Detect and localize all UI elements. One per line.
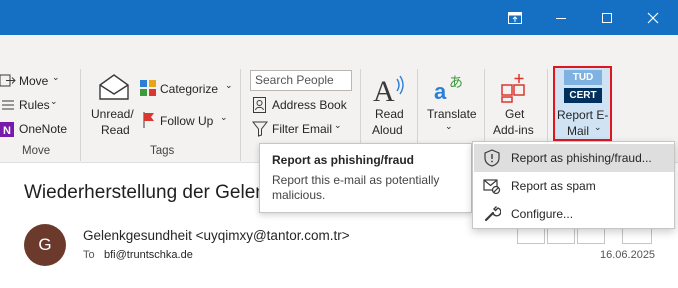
categorize-button[interactable]: Categorize ⌄ (140, 80, 234, 98)
translate-chevron-icon: ⌄ (445, 121, 453, 131)
move-chevron-icon: ⌄ (52, 72, 60, 82)
move-button[interactable]: Move ⌄ (0, 72, 62, 90)
move-group-label: Move (22, 145, 51, 157)
avatar: G (24, 224, 66, 266)
follow-up-chevron-icon: ⌄ (220, 112, 228, 122)
report-email-menu: Report as phishing/fraud... Report as sp… (472, 141, 675, 229)
to-label: To (83, 249, 95, 261)
categorize-label: Categorize (160, 82, 219, 96)
shield-alert-icon (484, 149, 500, 167)
tags-group-label: Tags (150, 145, 175, 157)
envelope-open-icon (99, 74, 129, 100)
read-aloud-button[interactable]: A Read Aloud (368, 73, 410, 139)
report-email-chevron-icon: ⌄ (594, 122, 602, 132)
get-addins-label-2: Add-ins (493, 123, 534, 137)
unread-read-label-2: Read (101, 123, 130, 137)
filter-icon (252, 121, 268, 137)
read-aloud-label-1: Read (375, 107, 404, 121)
filter-email-chevron-icon: ⌄ (334, 120, 342, 130)
onenote-button[interactable]: N OneNote (0, 120, 70, 138)
filter-email-button[interactable]: Filter Email ⌄ (252, 120, 344, 138)
message-date: 16.06.2025 (600, 249, 656, 261)
tud-icon-label: TUD (564, 70, 602, 85)
report-email-label-2: Mail (567, 124, 590, 138)
flag-icon (143, 112, 154, 128)
categorize-chevron-icon: ⌄ (225, 80, 233, 90)
move-icon (0, 74, 16, 87)
tud-cert-icon: TUD CERT (564, 70, 602, 104)
recipient[interactable]: bfi@truntschka.de (104, 249, 193, 261)
tooltip: Report as phishing/fraud Report this e-m… (259, 143, 472, 213)
minimize-button[interactable] (538, 0, 584, 35)
svg-text:あ: あ (449, 75, 463, 91)
menu-item-label: Configure... (511, 207, 574, 221)
address-book-icon (253, 97, 266, 113)
title-bar (0, 0, 678, 35)
filter-email-label: Filter Email (272, 122, 333, 136)
tooltip-title: Report as phishing/fraud (272, 153, 415, 167)
report-email-button[interactable]: TUD CERT Report E- Mail ⌄ (553, 66, 612, 141)
get-addins-label-1: Get (505, 107, 525, 121)
message-subject: Wiederherstellung der Gelen (24, 182, 266, 203)
cert-icon-label: CERT (564, 88, 602, 103)
search-people-input[interactable]: Search People (250, 70, 352, 91)
minimize-icon (556, 17, 566, 19)
address-book-label: Address Book (272, 98, 347, 112)
translate-button[interactable]: aあ Translate ⌄ (424, 73, 477, 139)
onenote-label: OneNote (19, 122, 68, 136)
maximize-icon (602, 12, 612, 23)
get-addins-button[interactable]: Get Add-ins (488, 73, 542, 139)
avatar-initial: G (38, 235, 52, 254)
menu-item-configure[interactable]: Configure... (474, 200, 674, 228)
close-icon (647, 12, 659, 23)
menu-item-report-phishing[interactable]: Report as phishing/fraud... (474, 144, 674, 172)
read-aloud-icon: A (373, 75, 404, 105)
translate-label: Translate (427, 107, 477, 121)
address-book-button[interactable]: Address Book (252, 96, 352, 114)
svg-text:A: A (373, 75, 395, 105)
rules-icon (2, 100, 14, 110)
ribbon-display-options-button[interactable] (492, 0, 538, 35)
unread-read-label-1: Unread/ (91, 107, 134, 121)
svg-text:a: a (434, 79, 447, 103)
mail-block-icon (483, 179, 501, 195)
menu-item-label: Report as phishing/fraud... (511, 151, 652, 165)
restore-ribbon-icon (508, 11, 522, 24)
onenote-icon: N (0, 122, 14, 137)
report-email-label-1: Report E- (557, 108, 609, 122)
rules-label: Rules (19, 98, 50, 112)
wrench-icon (484, 206, 501, 222)
rules-button[interactable]: Rules ⌄ (0, 96, 62, 114)
menu-item-report-spam[interactable]: Report as spam (474, 172, 674, 200)
follow-up-label: Follow Up (160, 114, 214, 128)
svg-text:N: N (3, 125, 11, 137)
add-ins-icon (501, 74, 525, 103)
rules-chevron-icon: ⌄ (50, 96, 58, 106)
search-people-placeholder: Search People (255, 73, 334, 87)
separator (80, 69, 81, 161)
sender[interactable]: Gelenkgesundheit <uyqimxy@tantor.com.tr> (83, 228, 350, 243)
menu-item-label: Report as spam (511, 179, 596, 193)
categorize-icon (140, 80, 156, 96)
translate-icon: aあ (434, 75, 463, 103)
unread-read-button[interactable]: Unread/ Read (88, 73, 138, 139)
maximize-button[interactable] (584, 0, 630, 35)
read-aloud-label-2: Aloud (372, 123, 403, 137)
separator (240, 69, 241, 161)
outlook-window: Move ⌄ Rules ⌄ N OneNote Move Unread/ Re… (0, 0, 678, 288)
follow-up-button[interactable]: Follow Up ⌄ (140, 112, 230, 130)
close-button[interactable] (630, 0, 676, 35)
tooltip-description: Report this e-mail as potentially malici… (272, 173, 440, 202)
move-label: Move (19, 74, 49, 88)
